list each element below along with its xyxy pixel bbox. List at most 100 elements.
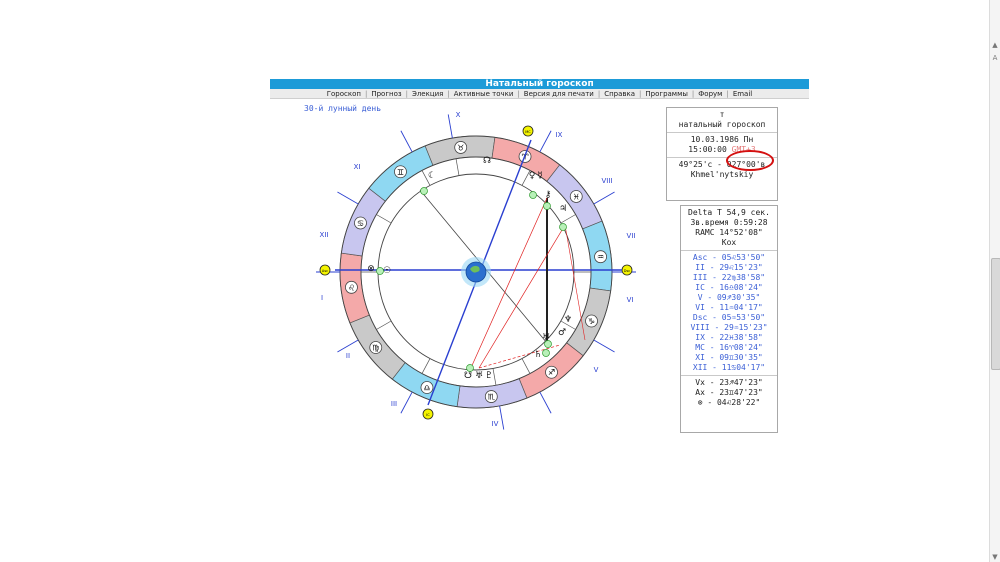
nav-separator: | <box>639 89 642 98</box>
highlight-ellipse <box>726 150 774 171</box>
planet-glyph: ☉ <box>383 266 391 276</box>
nav-link[interactable]: Версия для печати <box>524 90 594 98</box>
natal-chart: ♉♈♓♒♑♐♏♎♍♌♋♊XIXVIIIVIIVIVIVIIIIIIXIIXIMC… <box>316 111 636 430</box>
nav-link[interactable]: Элекция <box>412 90 443 98</box>
planet-glyph: ☋ <box>464 371 472 381</box>
planet-glyph: ⊗ <box>367 264 375 274</box>
house-numeral: IV <box>492 420 499 428</box>
planet-glyph: ☿ <box>537 171 543 181</box>
house-numeral: I <box>321 294 323 302</box>
chart-data-box: Delta T 54,9 сек. Зв.время 0:59:28 RAMC … <box>680 205 778 433</box>
nav-link[interactable]: Справка <box>604 90 635 98</box>
title-symbol: т <box>719 110 725 119</box>
nav-bar: Гороскоп | Прогноз | Элекция | Активные точки |… <box>270 89 809 99</box>
planet-marker <box>559 223 567 231</box>
house-cusp-tick <box>376 214 392 224</box>
delta-t: Delta T 54,9 сек. <box>688 208 770 217</box>
angle-marker-label: Dsc <box>624 269 631 273</box>
page-title: Натальный гороскоп <box>270 79 809 89</box>
cusp-row: Dsc - 05♒53'50" <box>692 313 766 322</box>
nav-separator: | <box>691 89 695 98</box>
scrollbar-thumb[interactable] <box>991 258 1000 370</box>
house-numeral: VI <box>627 296 634 304</box>
house-numeral: II <box>346 352 350 360</box>
nav-link[interactable]: Прогноз <box>371 90 401 98</box>
point-row: Ax - 23♊47'23" <box>695 388 763 397</box>
cusp-row: XII - 11♋04'17" <box>692 363 766 372</box>
nav-separator: | <box>364 89 368 98</box>
planet-glyph: ♂ <box>558 328 566 338</box>
point-row: ⊗ - 04♌28'22" <box>697 398 761 407</box>
house-numeral: IX <box>556 131 563 139</box>
angle-marker-label: IC <box>426 413 430 417</box>
house-cusp-tick <box>492 368 497 386</box>
house-numeral: V <box>594 366 599 374</box>
house-cusps: Asc - 05♌53'50" II - 29♌15'23" III - 22♍38… <box>681 251 777 376</box>
planet-marker <box>542 349 550 357</box>
zodiac-glyph: ♌ <box>348 283 355 292</box>
nav-link[interactable]: Email <box>733 90 752 98</box>
cusp-row: MC - 16♈08'24" <box>695 343 763 352</box>
house-cusp-tick <box>560 214 576 224</box>
planet-glyph: ♇ <box>485 371 493 381</box>
zodiac-glyph: ♍ <box>372 344 379 353</box>
nav-link[interactable]: Активные точки <box>454 90 514 98</box>
house-numeral: III <box>391 400 397 408</box>
ramc: RAMC 14°52'08" <box>695 228 763 237</box>
cusp-row: IX - 22♓38'58" <box>695 333 763 342</box>
nav-separator: | <box>597 89 601 98</box>
nav-link[interactable]: Форум <box>698 90 722 98</box>
scrollbar-label: A <box>992 54 998 62</box>
house-cusp-line <box>337 191 359 205</box>
planet-marker <box>529 191 537 199</box>
cusp-row: V - 09♐30'35" <box>697 293 761 302</box>
house-numeral: XI <box>354 163 361 171</box>
nav-separator: | <box>726 89 729 98</box>
house-cusp-line <box>539 391 552 414</box>
zodiac-glyph: ♉ <box>457 143 464 152</box>
house-numeral: X <box>456 111 461 119</box>
zodiac-glyph: ♒ <box>597 253 604 262</box>
house-system: Кох <box>721 238 737 247</box>
aspect-line-red <box>478 224 566 369</box>
planet-marker <box>543 202 551 210</box>
planet-glyph: ☊ <box>483 156 491 166</box>
house-cusp-tick <box>455 158 460 176</box>
planet-glyph: ♃ <box>559 204 567 214</box>
cusp-row: VI - 11♒04'17" <box>695 303 763 312</box>
sidereal-time: Зв.время 0:59:28 <box>690 218 768 227</box>
scroll-up-button[interactable]: ▲ <box>990 40 1000 50</box>
cusp-row: IC - 16♎08'24" <box>695 283 763 292</box>
house-numeral: VIII <box>602 177 613 185</box>
nav-link[interactable]: Программы <box>645 90 688 98</box>
planet-glyph: ♄ <box>534 350 542 360</box>
vertical-scrollbar[interactable]: ▲ A ▼ <box>989 0 1000 562</box>
planet-glyph: ☾ <box>428 171 436 181</box>
house-cusp-tick <box>521 358 531 374</box>
zodiac-glyph: ♑ <box>588 317 595 326</box>
planet-marker <box>544 340 552 348</box>
zodiac-glyph: ♋ <box>357 219 364 228</box>
zodiac-glyph: ♊ <box>397 168 404 177</box>
house-cusp-line <box>400 130 413 153</box>
planet-marker <box>376 267 384 275</box>
house-cusp-line <box>337 339 359 353</box>
planet-glyph: ♅ <box>475 371 483 381</box>
house-cusp-line <box>447 114 453 139</box>
house-numeral: VII <box>627 232 636 240</box>
birth-time: 15:00:00 <box>688 145 727 154</box>
special-points: Vx - 23♐47'23" Ax - 23♊47'23" ⊗ - 04♌28'22… <box>681 376 777 410</box>
scroll-down-button[interactable]: ▼ <box>990 552 1000 562</box>
nav-separator: | <box>447 89 450 98</box>
house-cusp-tick <box>376 320 392 330</box>
house-numeral: XII <box>320 231 329 239</box>
house-cusp-line <box>593 339 615 353</box>
zodiac-glyph: ♓ <box>573 192 580 201</box>
angle-marker-label: MC <box>525 130 531 134</box>
cusp-row: Asc - 05♌53'50" <box>692 253 766 262</box>
planet-marker <box>466 364 474 372</box>
nav-link[interactable]: Гороскоп <box>327 90 361 98</box>
zodiac-glyph: ♐ <box>548 368 555 377</box>
birth-date: 10.03.1986 Пн <box>690 135 754 144</box>
nav-separator: | <box>405 89 408 98</box>
